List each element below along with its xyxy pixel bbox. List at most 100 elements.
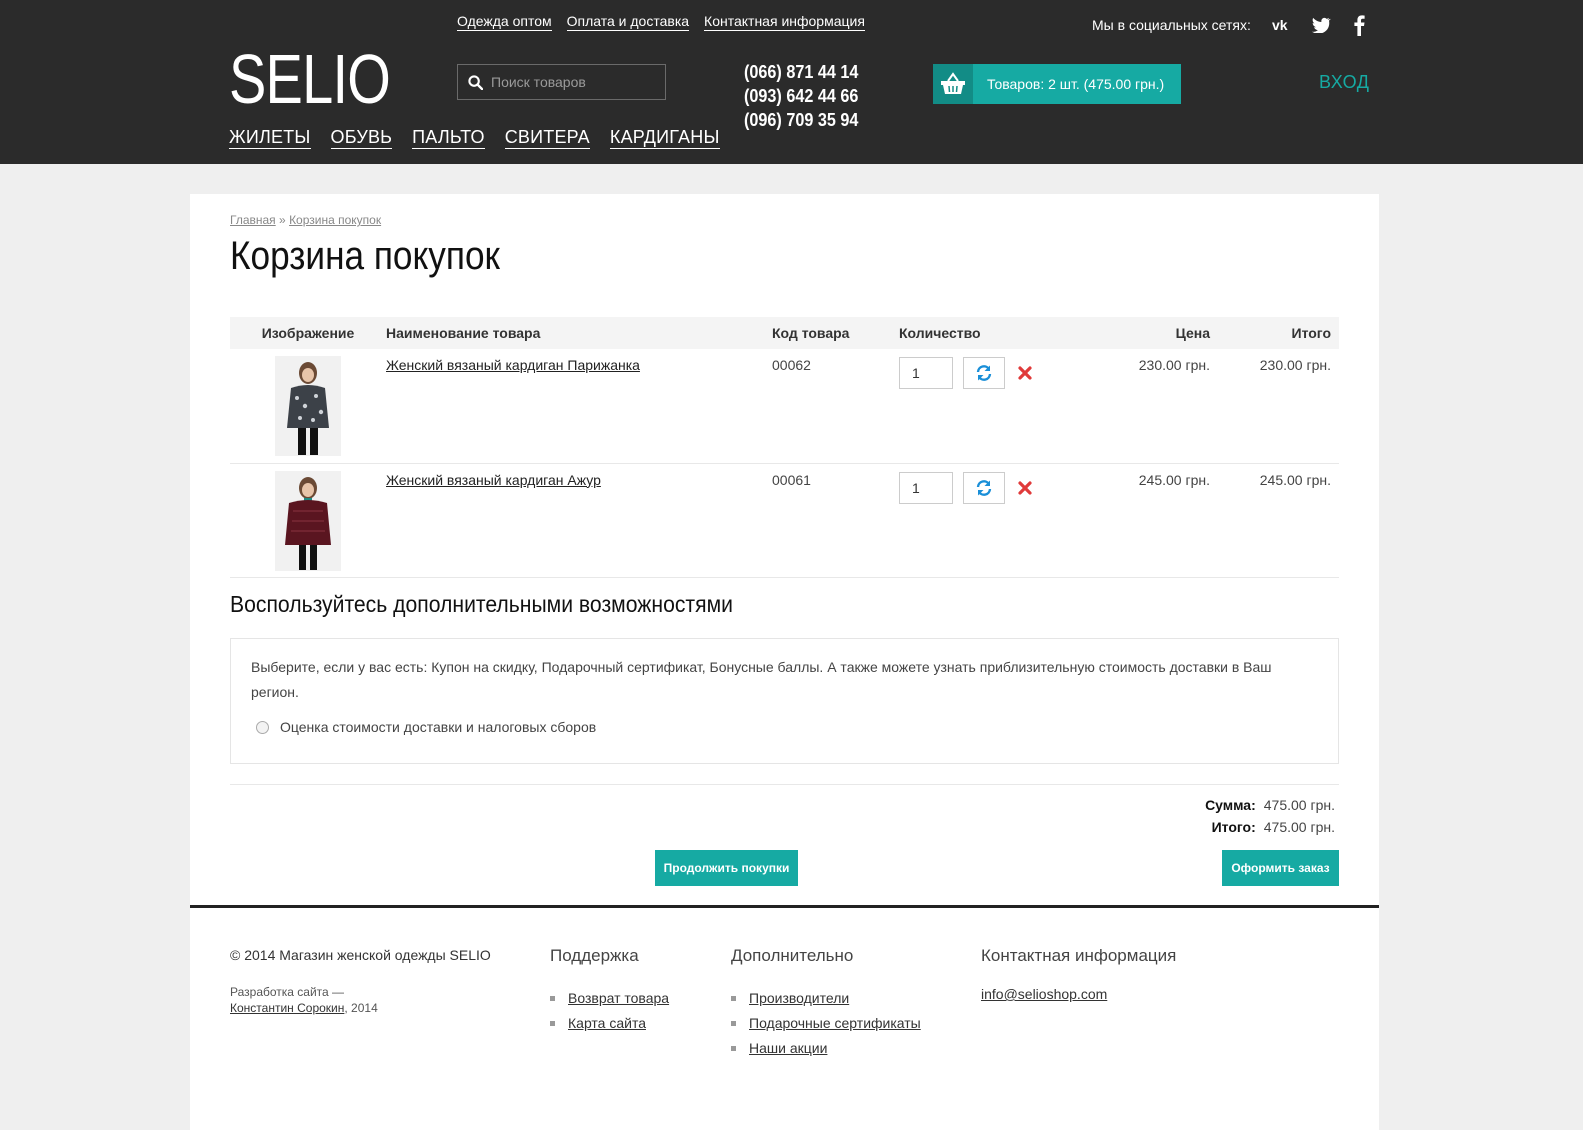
basket-icon xyxy=(933,64,973,104)
breadcrumb-separator: » xyxy=(279,213,286,227)
main-nav: ЖИЛЕТЫ ОБУВЬ ПАЛЬТО СВИТЕРА КАРДИГАНЫ xyxy=(229,127,720,149)
col-header-image: Изображение xyxy=(230,317,386,349)
phone-number: (093) 642 44 66 xyxy=(744,86,859,106)
product-price: 245.00 грн. xyxy=(1089,463,1210,578)
footer-copyright: © 2014 Магазин женской одежды SELIO xyxy=(230,947,491,963)
product-name-link[interactable]: Женский вязаный кардиган Парижанка xyxy=(386,357,640,373)
footer-support-title: Поддержка xyxy=(550,946,639,965)
search-icon xyxy=(468,74,483,90)
footer-divider xyxy=(190,905,1379,908)
options-title: Воспользуйтесь дополнительными возможнос… xyxy=(230,591,733,617)
breadcrumb-home[interactable]: Главная xyxy=(230,213,276,227)
table-row: Женский вязаный кардиган Парижанка 00062 xyxy=(230,349,1339,464)
product-total: 245.00 грн. xyxy=(1210,463,1339,578)
product-code: 00061 xyxy=(772,463,899,578)
options-description: Выберите, если у вас есть: Купон на скид… xyxy=(251,659,1272,700)
options-box: Выберите, если у вас есть: Купон на скид… xyxy=(230,638,1339,764)
shipping-estimate-radio[interactable] xyxy=(256,720,269,734)
site-header: SELIO Одежда оптом Оплата и доставка Кон… xyxy=(0,0,1583,164)
footer-extra: Дополнительно Производители Подарочные с… xyxy=(731,946,921,1061)
nav-item-sweaters[interactable]: СВИТЕРА xyxy=(504,127,590,149)
order-totals: Сумма: 475.00 грн. Итого: 475.00 грн. xyxy=(1205,794,1335,838)
logo[interactable]: SELIO xyxy=(229,44,391,114)
social-links: Мы в социальных сетях: vk xyxy=(1092,13,1371,37)
product-name-link[interactable]: Женский вязаный кардиган Ажур xyxy=(386,472,601,488)
footer-contact: Контактная информация info@selioshop.com xyxy=(981,946,1176,1004)
top-link-payment-delivery[interactable]: Оплата и доставка xyxy=(566,13,690,31)
footer-link-returns[interactable]: Возврат товара xyxy=(568,986,669,1011)
total-value: 475.00 грн. xyxy=(1263,819,1335,835)
list-item: Карта сайта xyxy=(550,1011,669,1036)
cart-button[interactable]: Товаров: 2 шт. (475.00 грн.) xyxy=(933,64,1181,104)
top-link-wholesale[interactable]: Одежда оптом xyxy=(457,13,552,31)
quantity-input[interactable] xyxy=(899,357,953,389)
twitter-icon[interactable] xyxy=(1309,13,1333,37)
page-title: Корзина покупок xyxy=(230,234,500,278)
developer-link[interactable]: Константин Сорокин xyxy=(230,1001,344,1015)
social-label: Мы в социальных сетях: xyxy=(1092,17,1251,33)
product-total: 230.00 грн. xyxy=(1210,349,1339,464)
total-row: Итого: 475.00 грн. xyxy=(1205,816,1335,838)
divider xyxy=(230,784,1339,785)
breadcrumb-current[interactable]: Корзина покупок xyxy=(289,213,381,227)
footer-link-manufacturers[interactable]: Производители xyxy=(749,986,849,1011)
footer-link-promotions[interactable]: Наши акции xyxy=(749,1036,827,1061)
col-header-total: Итого xyxy=(1210,317,1339,349)
search-box xyxy=(457,64,666,100)
refresh-icon[interactable] xyxy=(963,471,1005,504)
sum-row: Сумма: 475.00 грн. xyxy=(1205,794,1335,816)
footer-link-gift-certificates[interactable]: Подарочные сертификаты xyxy=(749,1011,921,1036)
footer-email-link[interactable]: info@selioshop.com xyxy=(981,986,1107,1002)
product-image[interactable] xyxy=(275,356,341,456)
top-links: Одежда оптом Оплата и доставка Контактна… xyxy=(457,13,865,31)
shipping-estimate-label: Оценка стоимости доставки и налоговых сб… xyxy=(280,719,597,735)
phone-number: (096) 709 35 94 xyxy=(744,110,859,130)
nav-item-cardigans[interactable]: КАРДИГАНЫ xyxy=(609,127,720,149)
total-label: Итого: xyxy=(1211,819,1256,835)
col-header-code: Код товара xyxy=(772,317,899,349)
cart-table: Изображение Наименование товара Код това… xyxy=(230,317,1339,578)
sum-value: 475.00 грн. xyxy=(1263,797,1335,813)
quantity-input[interactable] xyxy=(899,471,953,504)
table-row: Женский вязаный кардиган Ажур 00061 1 24… xyxy=(230,463,1339,578)
developer-year: , 2014 xyxy=(344,1001,378,1015)
list-item: Возврат товара xyxy=(550,986,669,1011)
footer-link-sitemap[interactable]: Карта сайта xyxy=(568,1011,646,1036)
quantity-controls xyxy=(899,471,1089,504)
table-header-row: Изображение Наименование товара Код това… xyxy=(230,317,1339,349)
top-link-contacts[interactable]: Контактная информация xyxy=(704,13,865,31)
content-panel: Главная » Корзина покупок Корзина покупо… xyxy=(190,194,1379,1130)
list-item: Подарочные сертификаты xyxy=(731,1011,921,1036)
nav-item-vests[interactable]: ЖИЛЕТЫ xyxy=(229,127,311,149)
footer-support: Поддержка Возврат товара Карта сайта xyxy=(550,946,669,1036)
sum-label: Сумма: xyxy=(1205,797,1256,813)
product-image[interactable] xyxy=(275,470,341,571)
nav-item-coats[interactable]: ПАЛЬТО xyxy=(412,127,485,149)
list-item: Наши акции xyxy=(731,1036,921,1061)
remove-icon[interactable] xyxy=(1015,478,1035,498)
phone-number: (066) 871 44 14 xyxy=(744,62,859,82)
remove-icon[interactable] xyxy=(1015,363,1035,383)
list-item: Производители xyxy=(731,986,921,1011)
shipping-estimate-option[interactable]: Оценка стоимости доставки и налоговых сб… xyxy=(251,719,1318,735)
nav-item-shoes[interactable]: ОБУВЬ xyxy=(330,127,393,149)
developer-prefix: Разработка сайта — xyxy=(230,985,345,999)
footer-contact-title: Контактная информация xyxy=(981,946,1177,965)
footer-developer: Разработка сайта — Константин Сорокин, 2… xyxy=(230,984,378,1016)
phone-list: (066) 871 44 14 (093) 642 44 66 (096) 70… xyxy=(744,60,871,132)
col-header-qty: Количество xyxy=(899,317,1089,349)
footer-extra-title: Дополнительно xyxy=(731,946,854,965)
login-link[interactable]: ВХОД xyxy=(1319,72,1369,93)
breadcrumb: Главная » Корзина покупок xyxy=(230,213,381,227)
refresh-icon[interactable] xyxy=(963,357,1005,389)
vk-icon[interactable]: vk xyxy=(1271,13,1295,37)
cart-summary: Товаров: 2 шт. (475.00 грн.) xyxy=(987,76,1165,92)
quantity-controls xyxy=(899,357,1089,389)
facebook-icon[interactable] xyxy=(1347,13,1371,37)
col-header-price: Цена xyxy=(1089,317,1210,349)
col-header-name: Наименование товара xyxy=(386,317,772,349)
product-code: 00062 xyxy=(772,349,899,464)
search-input[interactable] xyxy=(491,74,651,90)
checkout-button[interactable]: Оформить заказ xyxy=(1222,850,1339,886)
continue-shopping-button[interactable]: Продолжить покупки xyxy=(655,850,798,886)
